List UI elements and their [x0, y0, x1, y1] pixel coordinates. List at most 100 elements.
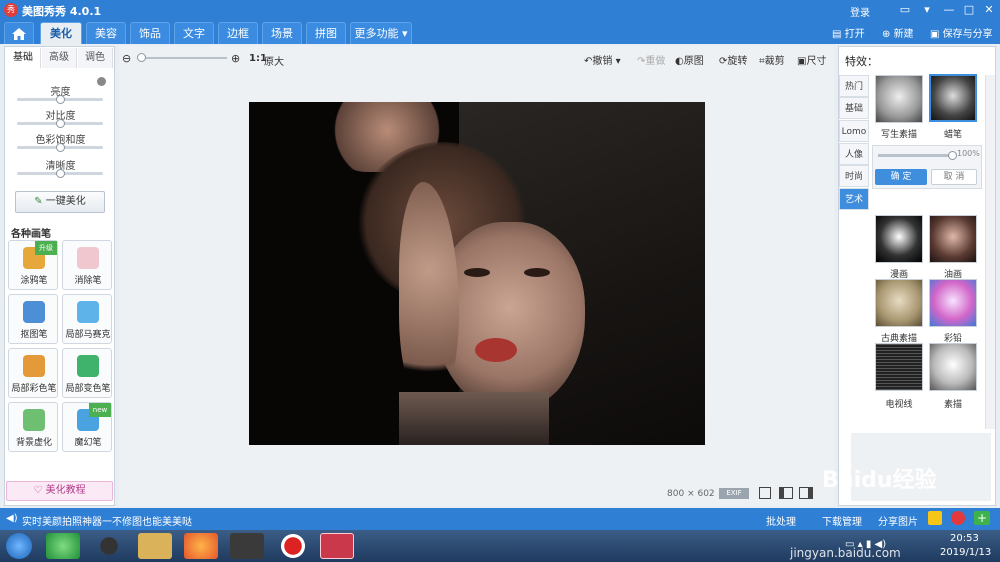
background-blur-label: 背景虚化 — [15, 438, 52, 448]
tab-accessories[interactable]: 饰品 — [130, 22, 170, 44]
category-hot[interactable]: 热门 — [839, 75, 869, 97]
home-tab[interactable] — [4, 22, 34, 44]
zoom-knob[interactable] — [137, 53, 146, 62]
exif-button[interactable]: EXIF — [719, 488, 749, 499]
rotate-label: 旋转 — [727, 56, 748, 67]
effect-oil-thumb[interactable] — [929, 215, 977, 263]
taskbar-app-1[interactable] — [46, 533, 80, 559]
start-button[interactable] — [6, 533, 32, 559]
beautify-tutorial-button[interactable]: ♡ 美化教程 — [6, 481, 113, 501]
effects-panel: 特效： 热门 基础 Lomo 人像 时尚 艺术 写生素描 蜡笔 100% 确 定… — [838, 46, 996, 506]
single-view-icon[interactable] — [759, 487, 771, 499]
maximize-button[interactable]: □ — [960, 2, 978, 18]
tab-beautify[interactable]: 美化 — [40, 22, 82, 44]
edited-photo[interactable] — [249, 102, 705, 445]
download-manager-button[interactable]: 下载管理 — [822, 513, 862, 528]
split-view-icon[interactable] — [799, 487, 813, 499]
redo-button[interactable]: ↷重做 — [637, 52, 665, 67]
status-tip[interactable]: 实时美颜拍照神器一不修图也能美美哒 — [22, 513, 192, 528]
category-portrait[interactable]: 人像 — [839, 143, 869, 165]
status-bar: ◀) 实时美颜拍照神器一不修图也能美美哒 批处理 下载管理 分享图片 + — [0, 508, 1000, 530]
effect-sketch-thumb[interactable] — [875, 75, 923, 123]
tab-more[interactable]: 更多功能 ▾ — [350, 22, 412, 44]
brightness-slider[interactable] — [17, 95, 103, 104]
effect-tv-lines-thumb[interactable] — [875, 343, 923, 391]
close-button[interactable]: ✕ — [980, 2, 998, 18]
crop-button[interactable]: ⌗裁剪 — [759, 52, 785, 67]
effect-strength-value: 100% — [957, 149, 980, 158]
zoom-in-icon[interactable]: ⊕ — [231, 52, 240, 65]
subtab-tone[interactable]: 调色 — [78, 48, 113, 68]
category-fashion[interactable]: 时尚 — [839, 165, 869, 187]
compare-view-icon[interactable] — [779, 487, 793, 499]
doodle-brush-button[interactable]: 升级 涂鸦笔 — [8, 240, 58, 290]
clock-date[interactable]: 2019/1/13 — [940, 547, 991, 558]
clock-time[interactable]: 20:53 — [950, 533, 979, 544]
menu-icon[interactable]: ▾ — [918, 2, 936, 18]
resize-button[interactable]: ▣尺寸 — [797, 52, 826, 67]
taskbar-firefox[interactable] — [184, 533, 218, 559]
category-basic[interactable]: 基础 — [839, 97, 869, 119]
effect-color-pencil-thumb[interactable] — [929, 279, 977, 327]
sharpness-knob[interactable] — [56, 169, 65, 178]
share-image-button[interactable]: 分享图片 — [878, 513, 918, 528]
magic-brush-button[interactable]: new 魔幻笔 — [62, 402, 112, 452]
cutout-pen-icon — [23, 301, 45, 323]
zoom-out-icon[interactable]: ⊖ — [122, 52, 131, 65]
dimension-separator: × — [687, 489, 695, 499]
effect-pencil-sketch-thumb[interactable] — [929, 343, 977, 391]
effect-strength-slider[interactable] — [878, 151, 957, 160]
login-link[interactable]: 登录 — [850, 4, 870, 19]
subtab-basic[interactable]: 基础 — [6, 48, 41, 68]
taskbar-qq[interactable] — [92, 533, 126, 559]
taskbar-media[interactable] — [230, 533, 264, 559]
original-button[interactable]: ◐原图 — [675, 52, 704, 67]
original-size-label[interactable]: 原大 — [264, 53, 284, 68]
one-click-beautify-button[interactable]: ✎ 一键美化 — [15, 191, 105, 213]
add-icon[interactable]: + — [974, 511, 990, 525]
effect-classic-sketch-thumb[interactable] — [875, 279, 923, 327]
weibo-icon[interactable] — [951, 511, 965, 525]
contrast-knob[interactable] — [56, 119, 65, 128]
cancel-effect-button[interactable]: 取 消 — [931, 169, 977, 185]
background-blur-button[interactable]: 背景虚化 — [8, 402, 58, 452]
star-icon[interactable] — [928, 511, 942, 525]
tab-collage[interactable]: 拼图 — [306, 22, 346, 44]
tab-scene[interactable]: 场景 — [262, 22, 302, 44]
rotate-button[interactable]: ⟳旋转 — [719, 52, 747, 67]
windows-taskbar: ▭ ▴ ▮ ◀) 20:53 2019/1/13 jingyan.baidu.c… — [0, 530, 1000, 562]
mosaic-brush-button[interactable]: 局部马赛克 — [62, 294, 112, 344]
undo-button[interactable]: ↶撤销 ▾ — [584, 52, 621, 67]
taskbar-meitu[interactable] — [320, 533, 354, 559]
category-lomo[interactable]: Lomo — [839, 120, 869, 142]
message-icon[interactable]: ▭ — [896, 2, 914, 18]
image-dimensions: 800 × 602 — [667, 489, 715, 499]
confirm-effect-button[interactable]: 确 定 — [875, 169, 927, 185]
batch-button[interactable]: 批处理 — [766, 513, 796, 528]
cutout-brush-button[interactable]: 抠图笔 — [8, 294, 58, 344]
effect-crayon-thumb[interactable] — [929, 74, 977, 122]
taskbar-explorer[interactable] — [138, 533, 172, 559]
tab-text[interactable]: 文字 — [174, 22, 214, 44]
saturation-knob[interactable] — [56, 143, 65, 152]
eraser-brush-button[interactable]: 消除笔 — [62, 240, 112, 290]
effects-scrollbar[interactable] — [985, 75, 995, 429]
brightness-knob[interactable] — [56, 95, 65, 104]
subtab-advanced[interactable]: 高级 — [42, 48, 77, 68]
tab-frame[interactable]: 边框 — [218, 22, 258, 44]
effect-comic-thumb[interactable] — [875, 215, 923, 263]
taskbar-recorder[interactable] — [276, 533, 310, 559]
save-share-button[interactable]: ▣ 保存与分享 — [930, 25, 993, 40]
open-button[interactable]: ▤ 打开 — [832, 25, 865, 40]
sharpness-slider[interactable] — [17, 169, 103, 178]
category-art[interactable]: 艺术 — [839, 188, 869, 210]
effect-strength-knob[interactable] — [948, 151, 957, 160]
zoom-slider[interactable] — [137, 53, 227, 62]
new-button[interactable]: ⊕ 新建 — [882, 25, 914, 40]
color-brush-button[interactable]: 局部彩色笔 — [8, 348, 58, 398]
contrast-slider[interactable] — [17, 119, 103, 128]
recolor-brush-button[interactable]: 局部变色笔 — [62, 348, 112, 398]
tab-beauty[interactable]: 美容 — [86, 22, 126, 44]
saturation-slider[interactable] — [17, 143, 103, 152]
minimize-button[interactable]: — — [940, 2, 958, 18]
